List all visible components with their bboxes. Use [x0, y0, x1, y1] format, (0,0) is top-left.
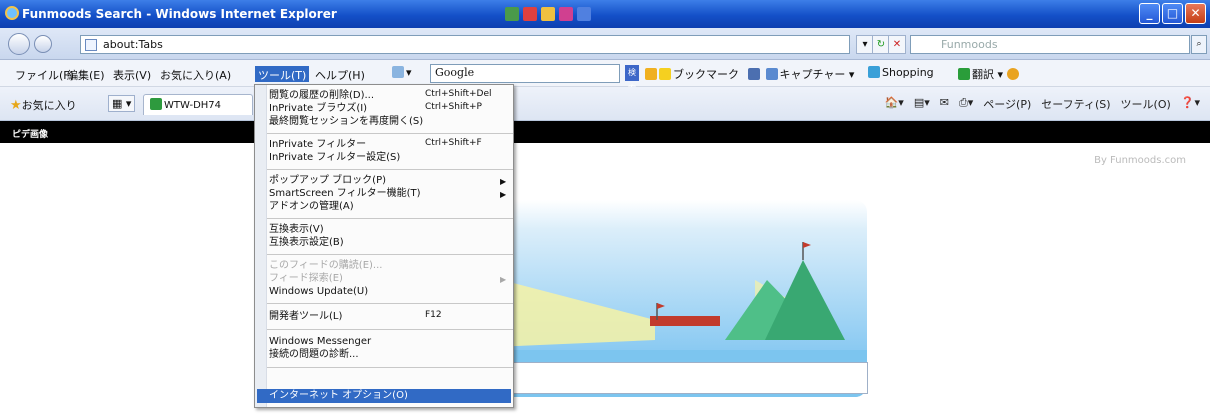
save-icon — [748, 68, 760, 80]
tray-icon — [541, 7, 555, 21]
byline-text: By Funmoods.com — [1094, 155, 1186, 166]
home-icon[interactable]: 🏠▾ — [885, 96, 904, 112]
menu-item-windows-update[interactable]: Windows Update(U) — [269, 285, 368, 298]
tray-icon — [505, 7, 519, 21]
tools-menu-cmd[interactable]: ツール(O) — [1121, 96, 1171, 112]
menu-item-smartscreen[interactable]: SmartScreen フィルター機能(T) — [269, 187, 421, 200]
menu-separator — [267, 218, 513, 219]
close-button[interactable]: ✕ — [1185, 3, 1206, 24]
tab-list-button[interactable]: ▦ ▾ — [108, 95, 136, 112]
tools-dropdown-menu: 閲覧の履歴の削除(D)... Ctrl+Shift+Del InPrivate … — [254, 84, 514, 408]
forward-button[interactable] — [34, 35, 52, 53]
menu-favorites[interactable]: お気に入り(A) — [157, 66, 234, 82]
minimize-button[interactable]: _ — [1139, 3, 1160, 24]
shopping-button[interactable]: Shopping — [868, 66, 934, 79]
menu-bar: ファイル(F) 編集(E) 表示(V) お気に入り(A) ツール(T) ヘルプ(… — [0, 60, 1210, 93]
page-header-bar: ピデ画像 — [0, 121, 1210, 143]
tray-icon — [577, 7, 591, 21]
browser-tab[interactable]: WTW-DH74 — [143, 94, 253, 115]
menu-item-inprivate-filter-settings[interactable]: InPrivate フィルター設定(S) — [269, 151, 400, 164]
menu-item-inprivate-browsing[interactable]: InPrivate ブラウズ(I) — [269, 102, 367, 115]
menu-separator — [267, 303, 513, 304]
shopping-icon — [868, 66, 880, 78]
capture-icon — [765, 68, 778, 80]
translate-icon — [958, 68, 970, 80]
window-title: Funmoods Search - Windows Internet Explo… — [22, 7, 337, 21]
window-controls: _ □ ✕ — [1139, 3, 1206, 24]
google-search-button[interactable]: 検索 — [625, 65, 639, 93]
menu-item-reopen-session[interactable]: 最終閲覧セッションを再度開く(S) — [269, 115, 423, 128]
search-input[interactable]: Funmoods — [910, 35, 1190, 54]
translate-button[interactable]: 翻訳 ▾ — [958, 66, 1021, 82]
menu-item-subscribe-feed: このフィードの購読(E)... — [269, 260, 383, 271]
menu-item-popup-blocker[interactable]: ポップアップ ブロック(P) — [269, 174, 386, 187]
menu-item-manage-addons[interactable]: アドオンの管理(A) — [269, 200, 354, 213]
menu-item-compat-view[interactable]: 互換表示(V) — [269, 223, 324, 236]
menu-tools[interactable]: ツール(T) — [255, 66, 310, 82]
back-button[interactable] — [8, 33, 30, 55]
menu-separator — [267, 169, 513, 170]
menu-separator — [267, 254, 513, 255]
key-icon — [645, 68, 657, 80]
page-icon — [85, 39, 97, 51]
tab-favicon-icon — [150, 98, 162, 110]
submenu-arrow-icon: ▶ — [500, 190, 507, 199]
star-icon — [659, 68, 671, 80]
title-bar: Funmoods Search - Windows Internet Explo… — [0, 0, 1210, 28]
menu-help[interactable]: ヘルプ(H) — [312, 66, 368, 82]
menu-item-inprivate-filter[interactable]: InPrivate フィルター — [269, 138, 366, 151]
menu-item-windows-messenger[interactable]: Windows Messenger — [269, 335, 371, 348]
menu-edit[interactable]: 編集(E) — [64, 66, 108, 82]
help-icon[interactable]: ❓▾ — [1181, 96, 1200, 112]
address-bar-row: about:Tabs ▾ ↻ ✕ Funmoods ⌕ — [0, 28, 1210, 60]
favorites-bar: ★お気に入り ▦ ▾ WTW-DH74 🏠▾ ▤▾ ✉ ⎙▾ ページ(P) セー… — [0, 87, 1210, 121]
google-search-input[interactable]: Google — [430, 64, 620, 83]
submenu-arrow-icon: ▶ — [500, 177, 507, 186]
search-button[interactable]: ⌕ — [1191, 35, 1207, 54]
submenu-arrow-icon: ▶ — [500, 275, 507, 284]
ie-logo-icon — [5, 6, 19, 20]
maximize-button[interactable]: □ — [1162, 3, 1183, 24]
menu-item-internet-options[interactable]: インターネット オプション(O) — [257, 389, 511, 403]
menu-item-delete-history[interactable]: 閲覧の履歴の削除(D)... — [269, 89, 374, 102]
menu-separator — [267, 133, 513, 134]
tray-icon — [523, 7, 537, 21]
print-icon[interactable]: ⎙▾ — [959, 96, 973, 112]
tray-icon — [559, 7, 573, 21]
menu-separator — [267, 329, 513, 330]
menu-item-feed-discovery: フィード探索(E) — [269, 273, 343, 284]
page-search-input[interactable] — [510, 362, 868, 394]
menu-separator — [267, 367, 513, 368]
bookmark-button[interactable]: ブックマーク — [645, 66, 739, 82]
feeds-icon[interactable]: ▤▾ — [914, 96, 930, 112]
mail-icon[interactable]: ✉ — [940, 96, 949, 112]
page-content: By Funmoods.com — [0, 143, 1210, 414]
menu-item-developer-tools[interactable]: 開発者ツール(L) — [269, 310, 342, 323]
settings-icon — [1006, 68, 1019, 80]
menu-item-diagnose-connection[interactable]: 接続の問題の診断... — [269, 348, 359, 361]
page-menu[interactable]: ページ(P) — [983, 96, 1031, 112]
capture-button[interactable]: キャプチャー ▾ — [748, 66, 854, 82]
menu-item-compat-settings[interactable]: 互換表示設定(B) — [269, 236, 344, 249]
command-bar: 🏠▾ ▤▾ ✉ ⎙▾ ページ(P) セーフティ(S) ツール(O) ❓▾ — [885, 96, 1200, 112]
search-engine-icon[interactable]: ▾ — [392, 66, 412, 79]
safety-menu[interactable]: セーフティ(S) — [1041, 96, 1110, 112]
taskbar-tray-icons — [505, 5, 591, 23]
menu-view[interactable]: 表示(V) — [110, 66, 154, 82]
stop-icon[interactable]: ✕ — [888, 35, 906, 54]
star-icon: ★ — [10, 98, 22, 113]
address-input[interactable]: about:Tabs — [80, 35, 850, 54]
favorites-button[interactable]: ★お気に入り — [10, 97, 77, 113]
